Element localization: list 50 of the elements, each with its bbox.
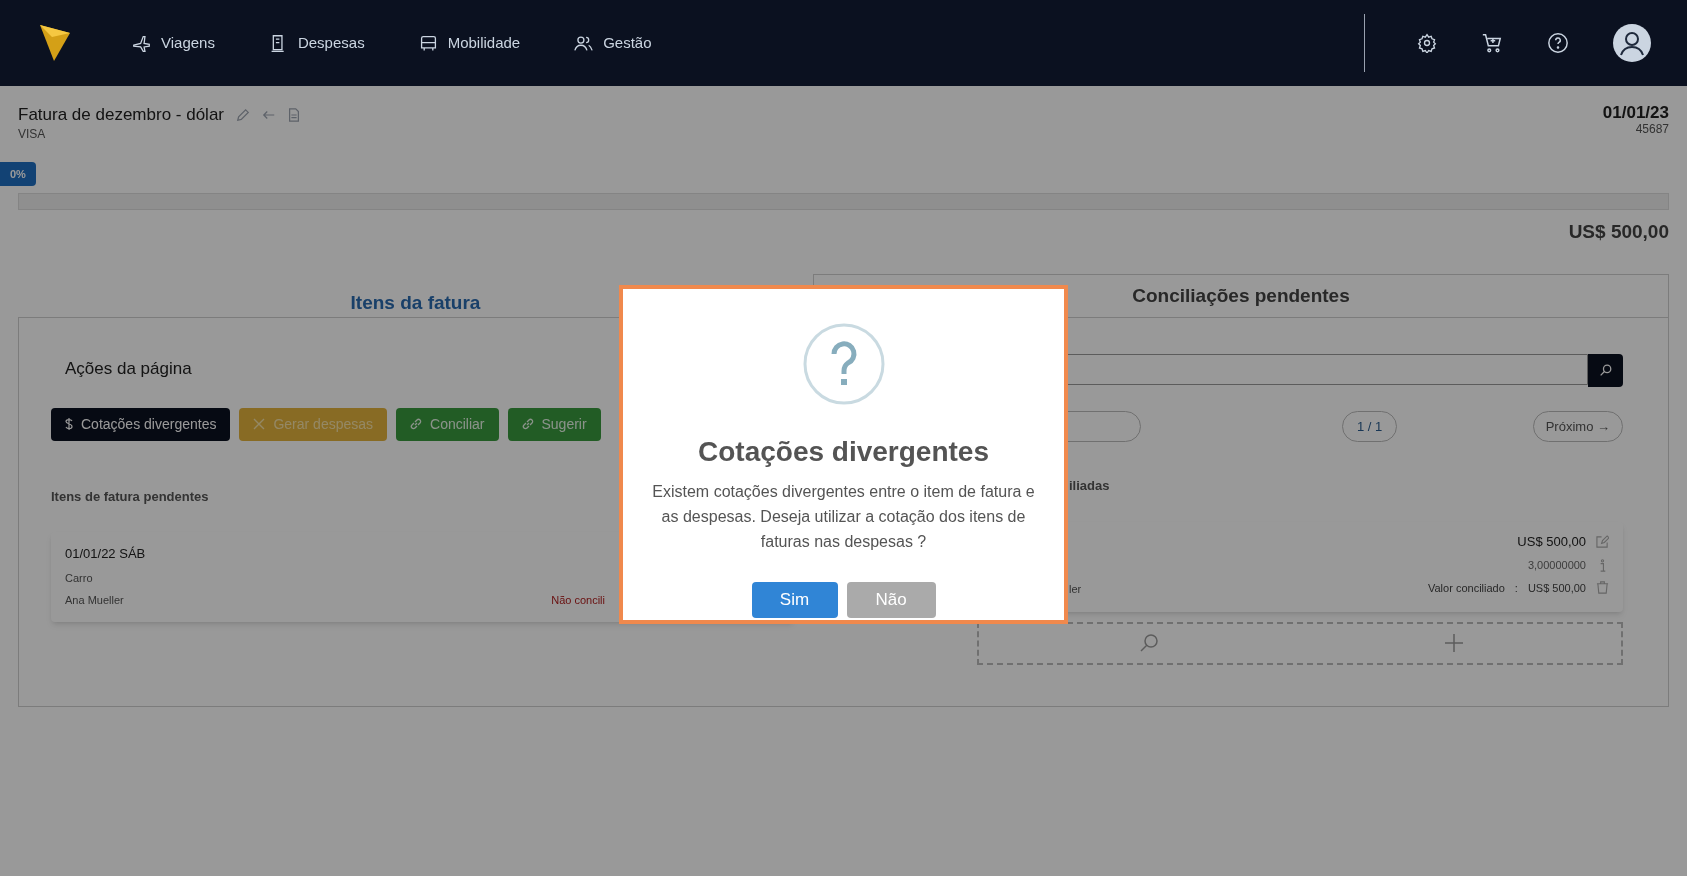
- expense-person: ler: [1069, 582, 1082, 597]
- reconciled-label: Valor conciliado: [1428, 580, 1505, 596]
- nav-link[interactable]: Viagens: [132, 31, 215, 55]
- reconciled-value: US$ 500,00: [1527, 580, 1586, 596]
- help-icon[interactable]: [1547, 32, 1569, 54]
- plane-icon: [132, 33, 151, 53]
- next-page-button[interactable]: Próximo →: [1532, 411, 1623, 442]
- question-icon: [802, 323, 885, 405]
- invoice-total: US$ 500,00: [1568, 219, 1669, 244]
- item-person: Ana Mueller: [65, 593, 124, 608]
- search-button[interactable]: [1588, 354, 1623, 387]
- nav-link[interactable]: Despesas: [268, 31, 365, 55]
- link-icon: [521, 418, 534, 430]
- item-category: Carro: [65, 570, 94, 586]
- user-avatar-icon[interactable]: [1613, 24, 1651, 62]
- edit-icon[interactable]: [1596, 534, 1609, 548]
- tab[interactable]: Itens da fatura: [350, 288, 481, 317]
- dialog-title: Cotações divergentes: [698, 435, 989, 469]
- item-date: 01/01/22 SÁB: [65, 545, 147, 563]
- page-indicator: 1 / 1: [1342, 411, 1398, 442]
- logo-icon[interactable]: [40, 23, 72, 63]
- action-button[interactable]: Cotações divergentes: [51, 407, 231, 441]
- settings-icon[interactable]: [1417, 33, 1437, 53]
- nav-link[interactable]: Gestão: [574, 31, 652, 55]
- invoice-date: 01/01/23: [1602, 102, 1669, 124]
- progress-badge: 0%: [0, 161, 36, 186]
- item-status: Não concili: [551, 593, 605, 608]
- section-heading: Ações da página: [65, 358, 193, 380]
- trash-icon[interactable]: [1596, 581, 1609, 595]
- search-icon: [1599, 364, 1612, 377]
- bus-icon: [418, 33, 438, 53]
- link-icon: [410, 418, 423, 430]
- card-brand: VISA: [18, 127, 47, 140]
- plus-icon[interactable]: [1445, 634, 1463, 652]
- separator-text: :: [1514, 580, 1518, 596]
- section-heading: iliadas: [1069, 477, 1110, 495]
- cart-icon[interactable]: [1481, 32, 1503, 54]
- exchange-rate: 3,00000000: [1527, 558, 1586, 573]
- dollar-icon: [65, 418, 73, 430]
- section-heading: Itens de fatura pendentes: [51, 487, 209, 506]
- search-icon[interactable]: [1139, 633, 1159, 653]
- dialog-button[interactable]: Sim: [751, 582, 838, 618]
- tab[interactable]: Conciliações pendentes: [1132, 281, 1350, 311]
- invoice-title: Fatura de dezembro - dólar: [18, 104, 224, 126]
- document-icon[interactable]: [288, 107, 300, 122]
- expense-amount: US$ 500,00: [1517, 532, 1586, 551]
- invoice-number: 45687: [1634, 123, 1669, 136]
- pencil-icon[interactable]: [236, 107, 250, 122]
- users-icon: [574, 33, 594, 53]
- nav-link[interactable]: Mobilidade: [418, 31, 521, 55]
